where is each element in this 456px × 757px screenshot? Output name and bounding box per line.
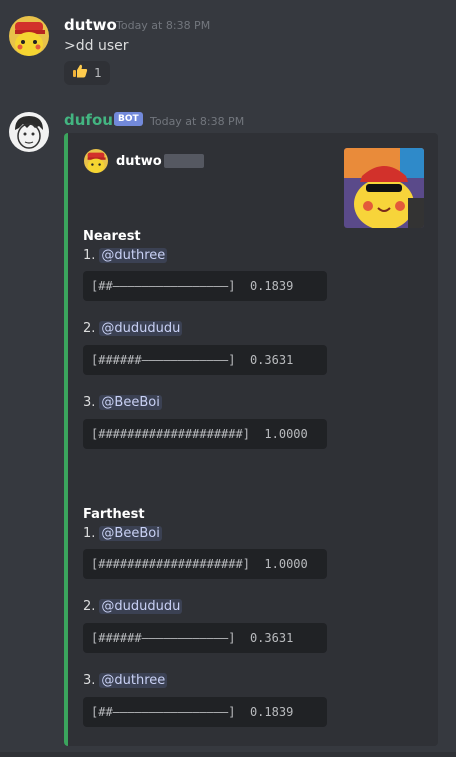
nearest-title: Nearest [83, 229, 141, 244]
nearest-entry-3: 3. @BeeBoi [83, 395, 162, 410]
score-value: 1.0000 [264, 557, 308, 571]
score-value: 0.3631 [249, 631, 294, 645]
embed-thumbnail[interactable] [344, 148, 424, 228]
score-value: 0.1839 [249, 705, 294, 719]
score-value: 0.1839 [249, 279, 294, 293]
similarity-bar: [##————————————————] 0.1839 [83, 697, 327, 727]
reaction-count: 1 [94, 66, 102, 80]
embed-author: dutwo [84, 149, 204, 173]
rank-number: 1. [83, 248, 96, 263]
thumbs-up-icon [72, 63, 88, 83]
similarity-bar: [######————————————] 0.3631 [83, 345, 327, 375]
score-value: 1.0000 [264, 427, 308, 441]
bot-badge: BOT [114, 112, 143, 126]
embed-author-name: dutwo [116, 153, 162, 169]
user-mention[interactable]: @dudududu [99, 599, 183, 614]
user-mention[interactable]: @BeeBoi [99, 526, 162, 541]
user-mention[interactable]: @BeeBoi [99, 395, 162, 410]
similarity-bar: [##————————————————] 0.1839 [83, 271, 327, 301]
rank-number: 1. [83, 526, 96, 541]
farthest-entry-3: 3. @duthree [83, 673, 168, 688]
bar-graphic: [####################] [91, 427, 250, 441]
similarity-bar: [####################] 1.0000 [83, 419, 327, 449]
rank-number: 3. [83, 673, 96, 688]
embed-card: dutwo Nearest 1. @duthree [##———————————… [64, 133, 438, 746]
bar-graphic: [##————————————————] [91, 279, 236, 293]
rank-number: 2. [83, 599, 96, 614]
message-timestamp: Today at 8:38 PM [150, 115, 245, 128]
nearest-entry-2: 2. @dudududu [83, 321, 183, 336]
bar-graphic: [##————————————————] [91, 705, 236, 719]
user-mention[interactable]: @duthree [99, 673, 168, 688]
reaction-thumbs-up[interactable]: 1 [64, 61, 110, 85]
rank-number: 3. [83, 395, 96, 410]
username[interactable]: dufour [64, 111, 120, 129]
nearest-entry-1: 1. @duthree [83, 248, 168, 263]
farthest-title: Farthest [83, 507, 145, 522]
score-value: 0.3631 [249, 353, 294, 367]
farthest-entry-2: 2. @dudududu [83, 599, 183, 614]
farthest-entry-1: 1. @BeeBoi [83, 526, 162, 541]
scrollbar-track[interactable] [0, 752, 456, 757]
user-avatar[interactable] [9, 16, 49, 56]
embed-author-avatar [84, 149, 108, 173]
bot-avatar[interactable] [9, 112, 49, 152]
bar-graphic: [######————————————] [91, 631, 236, 645]
similarity-bar: [####################] 1.0000 [83, 549, 327, 579]
message-timestamp: Today at 8:38 PM [116, 19, 211, 32]
redacted-block [163, 154, 204, 168]
rank-number: 2. [83, 321, 96, 336]
username[interactable]: dutwo [64, 16, 117, 34]
user-mention[interactable]: @duthree [99, 248, 168, 263]
message-dutwo: dutwo Today at 8:38 PM >dd user 1 [0, 0, 456, 95]
user-mention[interactable]: @dudududu [99, 321, 183, 336]
message-content: >dd user [64, 38, 129, 54]
similarity-bar: [######————————————] 0.3631 [83, 623, 327, 653]
bar-graphic: [####################] [91, 557, 250, 571]
bar-graphic: [######————————————] [91, 353, 236, 367]
